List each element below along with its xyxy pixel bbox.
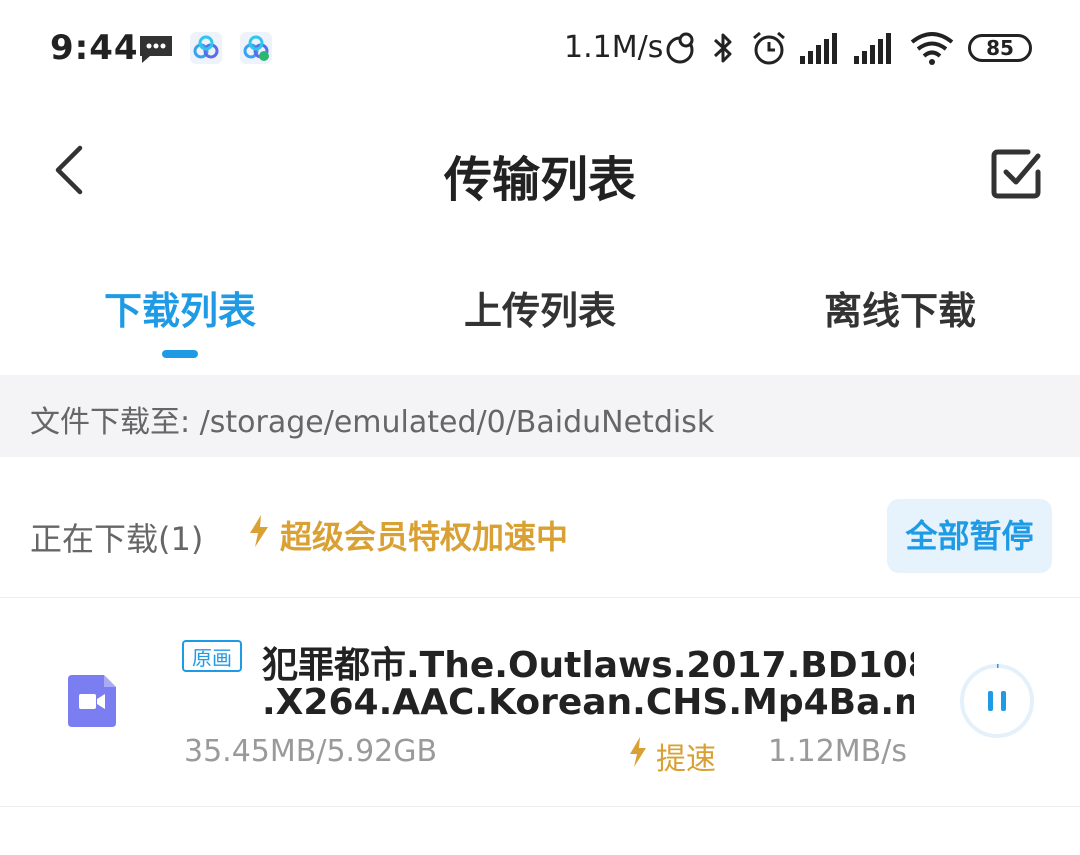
wifi-icon [910, 32, 954, 65]
battery-icon: 85 [968, 34, 1032, 62]
downloading-section-header: 正在下载(1) 超级会员特权加速中 全部暂停 [0, 458, 1080, 598]
baidu-netdisk-download-icon [240, 32, 272, 64]
download-path-text: 文件下载至: /storage/emulated/0/BaiduNetdisk [30, 405, 715, 440]
message-icon [140, 36, 172, 63]
tab-indicator [162, 350, 198, 358]
download-path-bar[interactable]: 文件下载至: /storage/emulated/0/BaiduNetdisk [0, 375, 1080, 457]
pause-icon[interactable] [958, 662, 1036, 740]
signal-icon [800, 33, 837, 64]
signal-icon [854, 33, 891, 64]
download-progress-text: 35.45MB/5.92GB [184, 734, 438, 769]
lightning-icon [630, 737, 646, 767]
baidu-netdisk-icon [190, 32, 222, 64]
quality-badge: 原画 [182, 640, 242, 672]
file-name-line1: 犯罪都市.The.Outlaws.2017.BD1080P [262, 645, 914, 686]
top-app-bar: 传输列表 [0, 98, 1080, 248]
vip-speedup-text[interactable]: 超级会员特权加速中 [280, 512, 568, 558]
network-speed: 1.1M/s [564, 30, 664, 65]
download-list-item[interactable]: 原画 犯罪都市.The.Outlaws.2017.BD1080P .X264.A… [0, 598, 1080, 806]
speedup-link[interactable]: 提速 [656, 734, 716, 778]
status-time: 9:44 [50, 28, 139, 68]
bluetooth-icon [713, 33, 732, 63]
status-bar: 9:44 1.1M/s 85 [0, 0, 1080, 98]
tab-upload-list[interactable]: 上传列表 [360, 280, 720, 335]
downloading-count: 正在下载(1) [30, 520, 204, 558]
file-name-line2: .X264.AAC.Korean.CHS.Mp4Ba.mp4 [262, 682, 914, 723]
hotspot-icon [666, 32, 694, 64]
checkbox-icon[interactable] [984, 142, 1048, 206]
tab-download-list[interactable]: 下载列表 [0, 280, 360, 335]
alarm-icon [753, 31, 785, 65]
tab-bar: 下载列表 上传列表 离线下载 [0, 268, 1080, 374]
divider [0, 806, 1080, 807]
download-speed: 1.12MB/s [768, 734, 907, 769]
pause-all-button[interactable]: 全部暂停 [887, 499, 1052, 573]
tab-offline-download[interactable]: 离线下载 [720, 280, 1080, 335]
page-title: 传输列表 [443, 152, 636, 208]
lightning-icon [250, 515, 268, 547]
video-file-icon [68, 675, 116, 727]
